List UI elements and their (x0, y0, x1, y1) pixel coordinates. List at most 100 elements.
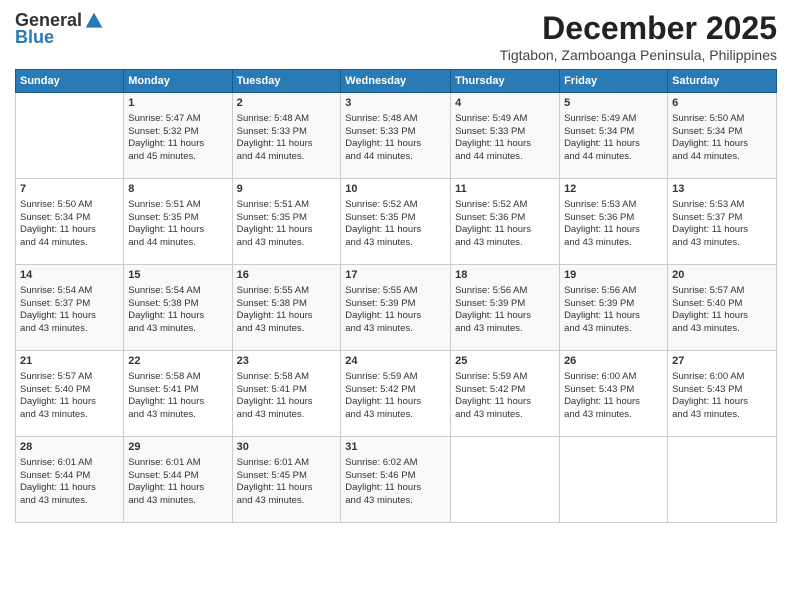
day-number: 8 (128, 182, 227, 197)
location-subtitle: Tigtabon, Zamboanga Peninsula, Philippin… (500, 47, 777, 63)
calendar-cell (668, 437, 777, 523)
calendar-table: SundayMondayTuesdayWednesdayThursdayFrid… (15, 69, 777, 523)
calendar-cell: 25 Sunrise: 5:59 AM Sunset: 5:42 PM Dayli… (451, 351, 560, 437)
cell-info: Sunrise: 5:52 AM Sunset: 5:36 PM Dayligh… (455, 199, 555, 250)
cell-info: Sunrise: 5:59 AM Sunset: 5:42 PM Dayligh… (455, 371, 555, 422)
cell-info: Sunrise: 5:55 AM Sunset: 5:38 PM Dayligh… (237, 285, 337, 336)
cell-info: Sunrise: 5:47 AM Sunset: 5:32 PM Dayligh… (128, 113, 227, 164)
calendar-cell (16, 93, 124, 179)
calendar-cell: 5Sunrise: 5:49 AM Sunset: 5:34 PM Daylig… (560, 93, 668, 179)
calendar-cell: 28 Sunrise: 6:01 AM Sunset: 5:44 PM Dayli… (16, 437, 124, 523)
cell-info: Sunrise: 5:56 AM Sunset: 5:39 PM Dayligh… (564, 285, 663, 336)
day-number: 31 (345, 440, 446, 455)
calendar-cell: 14 Sunrise: 5:54 AM Sunset: 5:37 PM Dayli… (16, 265, 124, 351)
calendar-cell: 21Sunrise: 5:57 AM Sunset: 5:40 PM Dayli… (16, 351, 124, 437)
cell-info: Sunrise: 6:02 AM Sunset: 5:46 PM Dayligh… (345, 457, 446, 508)
title-block: December 2025 Tigtabon, Zamboanga Penins… (500, 10, 777, 63)
cell-info: Sunrise: 5:58 AM Sunset: 5:41 PM Dayligh… (237, 371, 337, 422)
cell-info: Sunrise: 5:48 AM Sunset: 5:33 PM Dayligh… (237, 113, 337, 164)
cell-info: Sunrise: 5:51 AM Sunset: 5:35 PM Dayligh… (237, 199, 337, 250)
calendar-header-tuesday: Tuesday (232, 70, 341, 93)
calendar-cell: 22 Sunrise: 5:58 AM Sunset: 5:41 PM Dayli… (124, 351, 232, 437)
cell-info: Sunrise: 5:57 AM Sunset: 5:40 PM Dayligh… (672, 285, 772, 336)
day-number: 16 (237, 268, 337, 283)
calendar-week-row: 28 Sunrise: 6:01 AM Sunset: 5:44 PM Dayli… (16, 437, 777, 523)
calendar-cell: 7Sunrise: 5:50 AM Sunset: 5:34 PM Daylig… (16, 179, 124, 265)
cell-info: Sunrise: 6:00 AM Sunset: 5:43 PM Dayligh… (564, 371, 663, 422)
day-number: 25 (455, 354, 555, 369)
day-number: 23 (237, 354, 337, 369)
cell-info: Sunrise: 5:56 AM Sunset: 5:39 PM Dayligh… (455, 285, 555, 336)
calendar-week-row: 1 Sunrise: 5:47 AM Sunset: 5:32 PM Daylig… (16, 93, 777, 179)
day-number: 2 (237, 96, 337, 111)
calendar-cell: 8 Sunrise: 5:51 AM Sunset: 5:35 PM Daylig… (124, 179, 232, 265)
calendar-cell: 11 Sunrise: 5:52 AM Sunset: 5:36 PM Dayli… (451, 179, 560, 265)
calendar-cell: 23 Sunrise: 5:58 AM Sunset: 5:41 PM Dayli… (232, 351, 341, 437)
cell-info: Sunrise: 6:00 AM Sunset: 5:43 PM Dayligh… (672, 371, 772, 422)
day-number: 30 (237, 440, 337, 455)
day-number: 4 (455, 96, 555, 111)
calendar-cell: 18 Sunrise: 5:56 AM Sunset: 5:39 PM Dayli… (451, 265, 560, 351)
day-number: 21 (20, 354, 119, 369)
day-number: 28 (20, 440, 119, 455)
calendar-header-wednesday: Wednesday (341, 70, 451, 93)
cell-info: Sunrise: 5:55 AM Sunset: 5:39 PM Dayligh… (345, 285, 446, 336)
calendar-cell: 31 Sunrise: 6:02 AM Sunset: 5:46 PM Dayli… (341, 437, 451, 523)
calendar-cell: 9 Sunrise: 5:51 AM Sunset: 5:35 PM Daylig… (232, 179, 341, 265)
day-number: 26 (564, 354, 663, 369)
calendar-week-row: 14 Sunrise: 5:54 AM Sunset: 5:37 PM Dayli… (16, 265, 777, 351)
month-year-title: December 2025 (500, 10, 777, 47)
calendar-cell: 27 Sunrise: 6:00 AM Sunset: 5:43 PM Dayli… (668, 351, 777, 437)
cell-info: Sunrise: 6:01 AM Sunset: 5:44 PM Dayligh… (20, 457, 119, 508)
day-number: 22 (128, 354, 227, 369)
calendar-cell: 6Sunrise: 5:50 AM Sunset: 5:34 PM Daylig… (668, 93, 777, 179)
day-number: 1 (128, 96, 227, 111)
day-number: 18 (455, 268, 555, 283)
calendar-header-friday: Friday (560, 70, 668, 93)
calendar-cell: 2 Sunrise: 5:48 AM Sunset: 5:33 PM Daylig… (232, 93, 341, 179)
day-number: 19 (564, 268, 663, 283)
cell-info: Sunrise: 6:01 AM Sunset: 5:44 PM Dayligh… (128, 457, 227, 508)
calendar-header-thursday: Thursday (451, 70, 560, 93)
cell-info: Sunrise: 5:49 AM Sunset: 5:33 PM Dayligh… (455, 113, 555, 164)
calendar-cell: 20 Sunrise: 5:57 AM Sunset: 5:40 PM Dayli… (668, 265, 777, 351)
calendar-cell: 19 Sunrise: 5:56 AM Sunset: 5:39 PM Dayli… (560, 265, 668, 351)
calendar-cell: 29 Sunrise: 6:01 AM Sunset: 5:44 PM Dayli… (124, 437, 232, 523)
cell-info: Sunrise: 5:58 AM Sunset: 5:41 PM Dayligh… (128, 371, 227, 422)
day-number: 10 (345, 182, 446, 197)
day-number: 27 (672, 354, 772, 369)
day-number: 7 (20, 182, 119, 197)
day-number: 29 (128, 440, 227, 455)
cell-info: Sunrise: 5:52 AM Sunset: 5:35 PM Dayligh… (345, 199, 446, 250)
page: General Blue December 2025 Tigtabon, Zam… (0, 0, 792, 612)
calendar-header-row: SundayMondayTuesdayWednesdayThursdayFrid… (16, 70, 777, 93)
logo: General Blue (15, 10, 104, 48)
cell-info: Sunrise: 5:51 AM Sunset: 5:35 PM Dayligh… (128, 199, 227, 250)
day-number: 17 (345, 268, 446, 283)
calendar-cell: 16 Sunrise: 5:55 AM Sunset: 5:38 PM Dayli… (232, 265, 341, 351)
day-number: 6 (672, 96, 772, 111)
calendar-cell (451, 437, 560, 523)
cell-info: Sunrise: 5:54 AM Sunset: 5:38 PM Dayligh… (128, 285, 227, 336)
day-number: 11 (455, 182, 555, 197)
calendar-header-sunday: Sunday (16, 70, 124, 93)
calendar-header-monday: Monday (124, 70, 232, 93)
cell-info: Sunrise: 5:48 AM Sunset: 5:33 PM Dayligh… (345, 113, 446, 164)
day-number: 9 (237, 182, 337, 197)
calendar-cell (560, 437, 668, 523)
cell-info: Sunrise: 5:54 AM Sunset: 5:37 PM Dayligh… (20, 285, 119, 336)
logo-icon (84, 11, 104, 31)
calendar-cell: 24Sunrise: 5:59 AM Sunset: 5:42 PM Dayli… (341, 351, 451, 437)
calendar-cell: 17 Sunrise: 5:55 AM Sunset: 5:39 PM Dayli… (341, 265, 451, 351)
calendar-cell: 30Sunrise: 6:01 AM Sunset: 5:45 PM Dayli… (232, 437, 341, 523)
calendar-cell: 13Sunrise: 5:53 AM Sunset: 5:37 PM Dayli… (668, 179, 777, 265)
day-number: 14 (20, 268, 119, 283)
day-number: 20 (672, 268, 772, 283)
calendar-cell: 4 Sunrise: 5:49 AM Sunset: 5:33 PM Daylig… (451, 93, 560, 179)
calendar-cell: 26 Sunrise: 6:00 AM Sunset: 5:43 PM Dayli… (560, 351, 668, 437)
cell-info: Sunrise: 5:53 AM Sunset: 5:36 PM Dayligh… (564, 199, 663, 250)
day-number: 5 (564, 96, 663, 111)
calendar-cell: 3Sunrise: 5:48 AM Sunset: 5:33 PM Daylig… (341, 93, 451, 179)
day-number: 12 (564, 182, 663, 197)
day-number: 13 (672, 182, 772, 197)
